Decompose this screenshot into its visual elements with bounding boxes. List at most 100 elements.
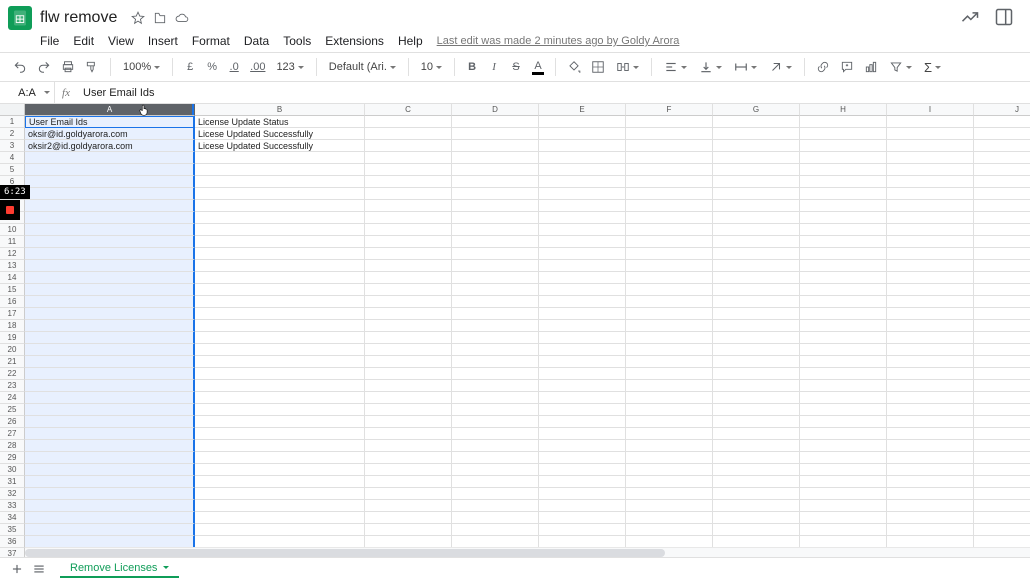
cell[interactable] [713, 344, 800, 356]
row-header[interactable]: 36 [0, 536, 25, 548]
cell[interactable] [713, 284, 800, 296]
cell[interactable] [713, 452, 800, 464]
cell[interactable] [887, 332, 974, 344]
cell[interactable] [452, 308, 539, 320]
cell[interactable] [887, 344, 974, 356]
cell[interactable] [887, 428, 974, 440]
cell[interactable] [626, 116, 713, 128]
cell[interactable] [195, 476, 365, 488]
cell[interactable] [800, 116, 887, 128]
cell[interactable] [365, 140, 452, 152]
cell[interactable] [887, 500, 974, 512]
cell[interactable] [887, 476, 974, 488]
cell[interactable] [539, 116, 626, 128]
cell[interactable] [365, 116, 452, 128]
cell[interactable] [365, 512, 452, 524]
cell[interactable] [887, 116, 974, 128]
cell[interactable] [974, 248, 1030, 260]
cell[interactable] [974, 488, 1030, 500]
functions-button[interactable]: Σ [920, 56, 945, 78]
cell[interactable] [887, 236, 974, 248]
all-sheets-button[interactable] [28, 560, 50, 578]
cell[interactable] [452, 236, 539, 248]
font-size-select[interactable]: 10 [417, 56, 446, 78]
decrease-decimal-button[interactable]: .0 [225, 56, 243, 78]
cell[interactable] [626, 248, 713, 260]
cell[interactable] [800, 224, 887, 236]
cell[interactable] [713, 308, 800, 320]
row-header[interactable]: 10 [0, 224, 25, 236]
row-header[interactable]: 1 [0, 116, 25, 128]
cell[interactable] [452, 524, 539, 536]
cell[interactable] [626, 296, 713, 308]
cell[interactable] [887, 512, 974, 524]
cell[interactable] [800, 356, 887, 368]
cell[interactable] [195, 500, 365, 512]
cell[interactable] [887, 440, 974, 452]
fill-color-button[interactable] [564, 56, 584, 78]
cell[interactable] [974, 140, 1030, 152]
cell[interactable] [365, 428, 452, 440]
cell[interactable] [887, 452, 974, 464]
cell[interactable] [452, 116, 539, 128]
strike-button[interactable]: S [507, 56, 525, 78]
cell[interactable] [800, 476, 887, 488]
cell[interactable] [887, 152, 974, 164]
increase-decimal-button[interactable]: .00 [247, 56, 268, 78]
cell[interactable] [713, 236, 800, 248]
cell[interactable] [713, 500, 800, 512]
cell[interactable] [626, 152, 713, 164]
row-header[interactable]: 23 [0, 380, 25, 392]
cell[interactable] [452, 320, 539, 332]
col-header-A[interactable]: A [25, 104, 195, 116]
cell[interactable] [887, 272, 974, 284]
cell[interactable] [713, 176, 800, 188]
cell[interactable] [887, 380, 974, 392]
cell[interactable] [974, 404, 1030, 416]
row-header[interactable]: 27 [0, 428, 25, 440]
sidebar-icon[interactable] [994, 7, 1014, 30]
cell[interactable] [539, 428, 626, 440]
cell[interactable] [452, 176, 539, 188]
cell[interactable] [713, 272, 800, 284]
cell[interactable] [626, 500, 713, 512]
link-icon[interactable] [813, 56, 833, 78]
cell[interactable] [539, 380, 626, 392]
cell[interactable] [195, 368, 365, 380]
cell[interactable] [800, 260, 887, 272]
cell[interactable] [195, 260, 365, 272]
cell[interactable] [25, 476, 195, 488]
cell[interactable] [713, 164, 800, 176]
cell[interactable] [452, 212, 539, 224]
cell[interactable] [800, 188, 887, 200]
cell[interactable] [365, 308, 452, 320]
cell[interactable] [365, 296, 452, 308]
cell[interactable] [195, 152, 365, 164]
menu-tools[interactable]: Tools [283, 34, 311, 48]
cell[interactable] [887, 200, 974, 212]
cell[interactable] [452, 428, 539, 440]
cell[interactable] [626, 380, 713, 392]
cell[interactable] [887, 356, 974, 368]
cell[interactable] [713, 404, 800, 416]
cell[interactable] [539, 464, 626, 476]
cell[interactable] [539, 152, 626, 164]
cell[interactable] [195, 272, 365, 284]
cell[interactable] [713, 140, 800, 152]
cell[interactable] [887, 464, 974, 476]
row-header[interactable]: 16 [0, 296, 25, 308]
cell[interactable] [539, 140, 626, 152]
cell[interactable] [626, 440, 713, 452]
cell[interactable] [195, 284, 365, 296]
cell[interactable] [539, 272, 626, 284]
star-icon[interactable] [131, 11, 145, 25]
row-header[interactable]: 19 [0, 332, 25, 344]
cell[interactable] [887, 416, 974, 428]
cell[interactable] [365, 476, 452, 488]
cell[interactable] [539, 512, 626, 524]
cell[interactable] [713, 128, 800, 140]
cell[interactable] [452, 260, 539, 272]
cell[interactable] [25, 512, 195, 524]
cell[interactable] [195, 296, 365, 308]
cell[interactable] [887, 320, 974, 332]
